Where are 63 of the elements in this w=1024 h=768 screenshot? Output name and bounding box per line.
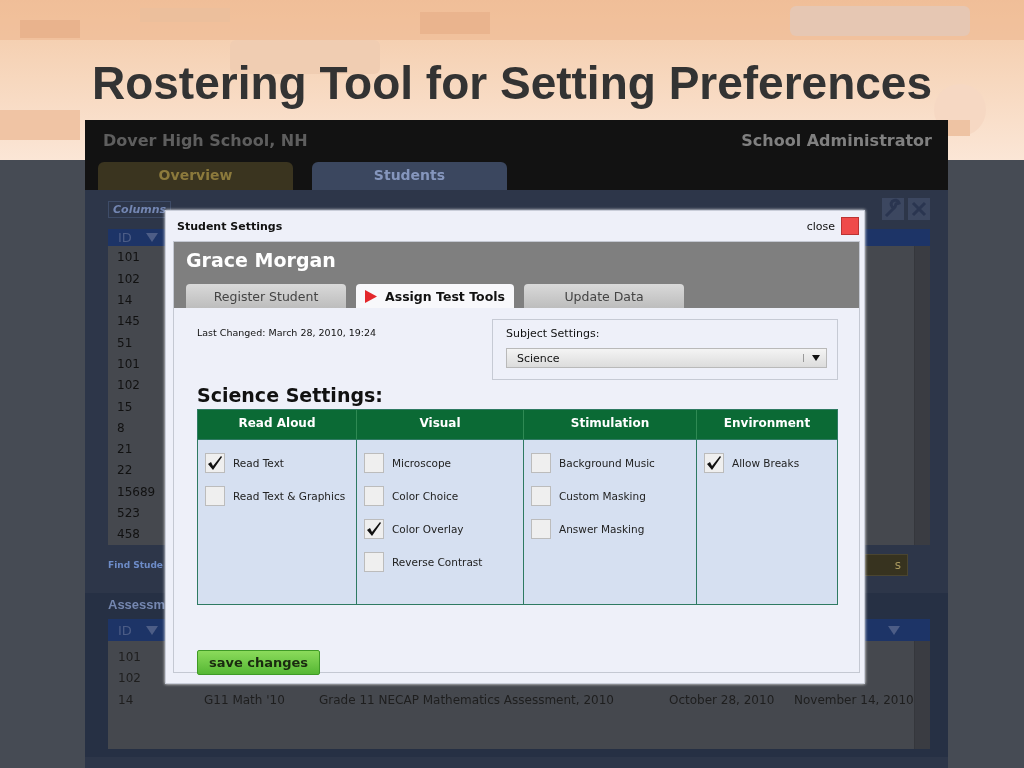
section-heading: Science Settings: (197, 384, 383, 406)
slide-title: Rostering Tool for Setting Preferences (91, 56, 933, 110)
field-label: Subject Settings: (506, 327, 601, 340)
dialog-title: Student Settings (177, 219, 283, 233)
find-link[interactable]: Find Stude (108, 560, 163, 570)
checkbox[interactable] (531, 518, 551, 539)
sort-icon (888, 625, 900, 635)
sort-icon (145, 232, 158, 242)
option-label: Allow Breaks (732, 456, 800, 469)
scrollbar[interactable] (914, 245, 930, 545)
last-changed: Last Changed: March 28, 2010, 19:24 (197, 327, 378, 338)
checkbox[interactable] (531, 452, 551, 473)
table-cell-text: 102 (117, 270, 140, 288)
column-header: Environment (696, 410, 837, 439)
column-header: Read Aloud (198, 410, 356, 439)
table-cell-text: 15 (117, 398, 133, 416)
option-label: Custom Masking (559, 489, 646, 502)
nav-tab[interactable]: Overview (98, 162, 293, 190)
checkbox[interactable] (364, 452, 384, 473)
option-label: Color Choice (392, 489, 459, 502)
option-label: Reverse Contrast (392, 555, 483, 568)
checkbox[interactable] (364, 485, 384, 506)
settings-tab[interactable]: Assign Test Tools (356, 284, 514, 308)
table-cell-text: 101 (117, 249, 140, 267)
checkbox[interactable] (364, 518, 384, 539)
table-cell-text: 15689 (117, 483, 156, 501)
table-cell-text: 458 (117, 526, 140, 544)
checkbox[interactable] (531, 485, 551, 506)
close-icon[interactable] (841, 217, 859, 235)
column-header: Stimulation (523, 410, 696, 439)
checkbox[interactable] (205, 485, 225, 506)
settings-tab[interactable]: Register Student (186, 284, 346, 308)
checkbox[interactable] (704, 452, 724, 473)
play-icon (365, 289, 378, 303)
subject-dropdown[interactable]: Science (506, 348, 827, 368)
option-label: Color Overlay (392, 522, 464, 535)
table-cell-text: 51 (117, 334, 133, 352)
table-cell-text: 102 (117, 377, 140, 395)
save-button[interactable]: save changes (197, 650, 320, 675)
close-link[interactable]: close (806, 219, 835, 233)
table-cell-text: 8 (117, 419, 125, 437)
option-label: Read Text & Graphics (233, 489, 346, 502)
checkbox[interactable] (205, 452, 225, 473)
option-label: Read Text (233, 456, 284, 469)
table-cell-text: 523 (117, 505, 140, 523)
table-cell-text: 101 (117, 355, 140, 373)
table-cell-text: 22 (117, 462, 133, 480)
option-label: Background Music (559, 456, 655, 469)
caret-icon (803, 354, 821, 362)
table-cell-text: 21 (117, 441, 133, 459)
column-header: Visual (356, 410, 523, 439)
table-cell-text: 14 (117, 292, 133, 310)
nav-tab[interactable]: Students (312, 162, 507, 190)
user-role: School Administrator (741, 130, 932, 150)
student-name: Grace Morgan (186, 249, 337, 271)
table-cell-text: 145 (117, 313, 140, 331)
sort-icon (145, 625, 158, 635)
scrollbar[interactable] (914, 641, 930, 749)
option-label: Microscope (392, 456, 452, 469)
settings-tab[interactable]: Update Data (524, 284, 684, 308)
school-name: Dover High School, NH (103, 130, 308, 150)
option-label: Answer Masking (559, 522, 645, 535)
checkbox[interactable] (364, 551, 384, 572)
